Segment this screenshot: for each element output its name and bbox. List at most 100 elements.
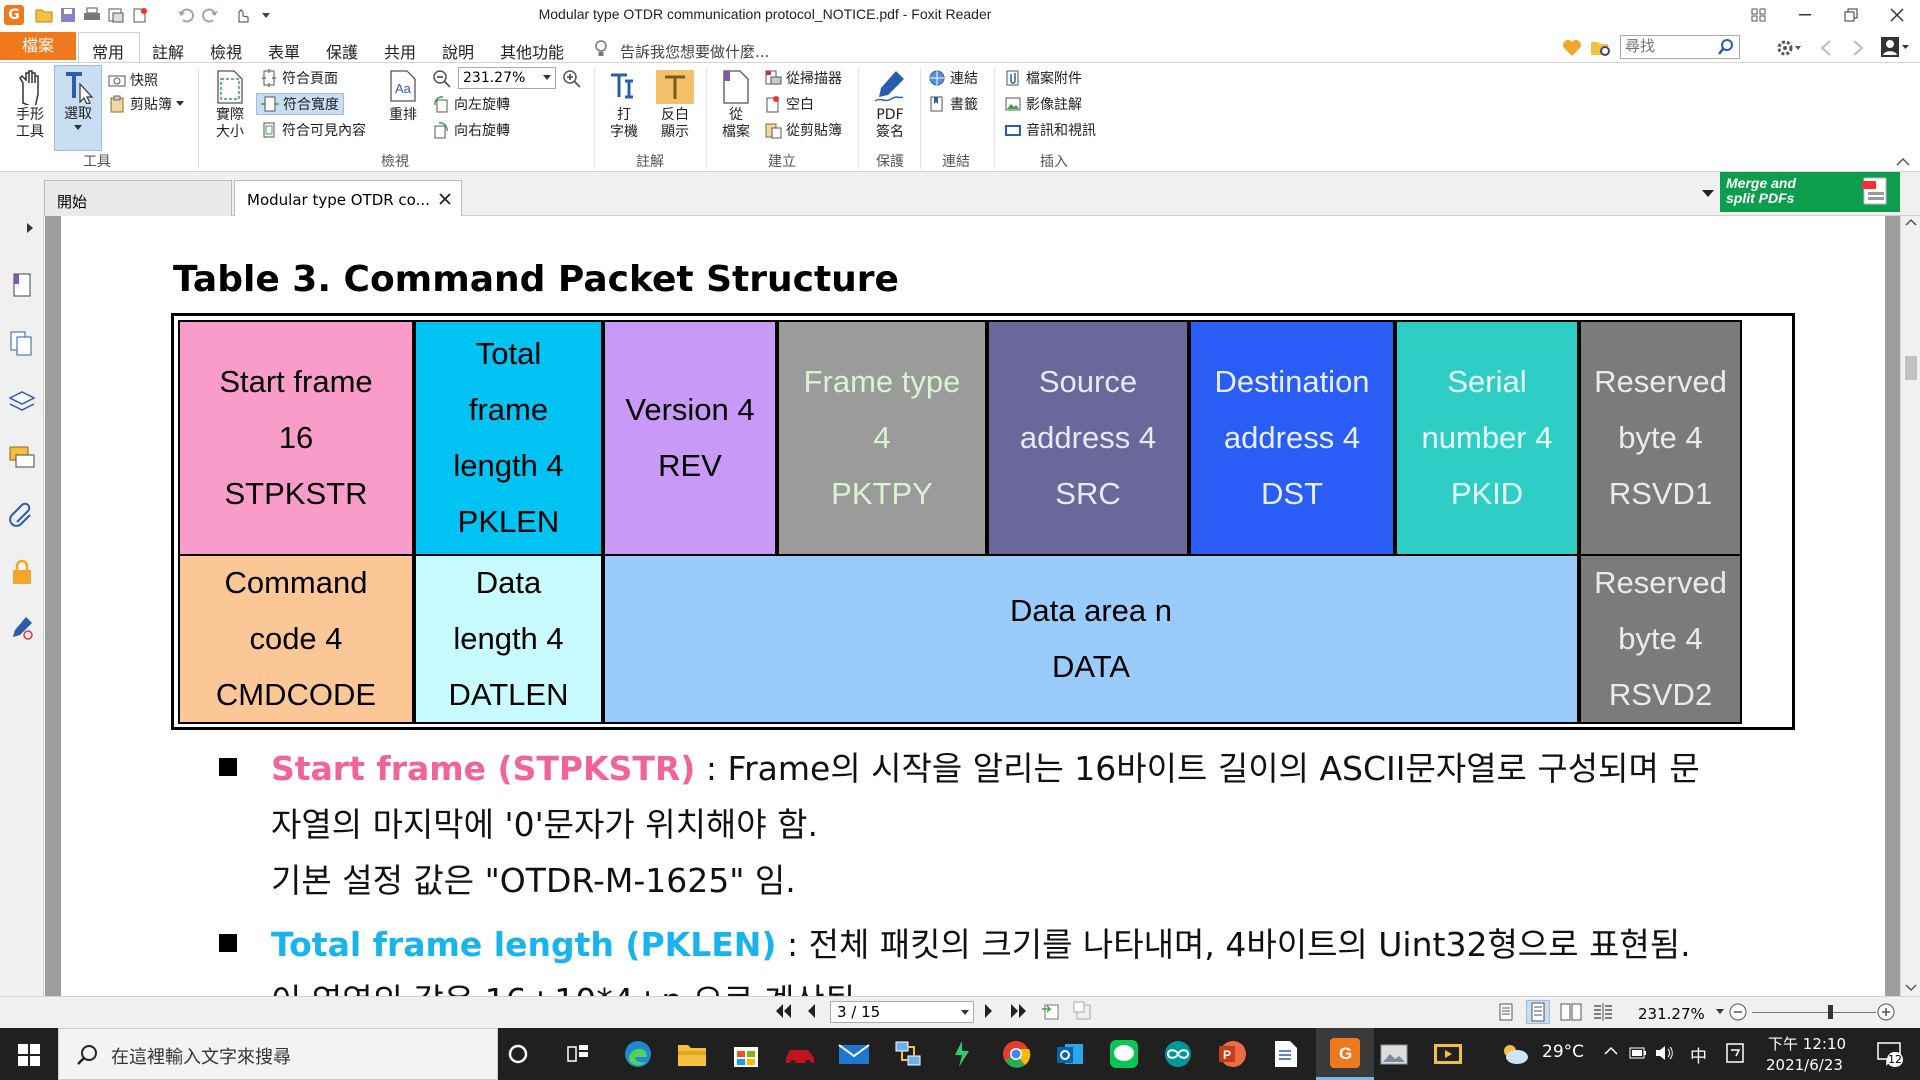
windows-start-icon[interactable] — [18, 1044, 40, 1066]
clock-time[interactable]: 下午 12:10 — [1768, 1033, 1846, 1054]
bookmark-button[interactable]: 書籤 — [928, 93, 978, 115]
last-page-icon[interactable] — [1010, 1003, 1028, 1019]
tab-home[interactable]: 常用 — [92, 39, 124, 63]
blank-button[interactable]: 空白 — [764, 93, 814, 115]
heart-icon[interactable] — [1562, 38, 1582, 58]
back-arrow-icon[interactable] — [1818, 38, 1834, 58]
foxit-taskbar-button[interactable]: G — [1316, 1028, 1374, 1080]
notification-center-icon[interactable]: 12 — [1876, 1041, 1904, 1067]
vertical-scrollbar[interactable] — [1900, 216, 1920, 996]
continuous-view-icon[interactable] — [1526, 1000, 1550, 1024]
layers-icon[interactable] — [8, 388, 36, 416]
tab-share[interactable]: 共用 — [384, 39, 416, 63]
tray-expand-icon[interactable] — [1604, 1046, 1618, 1056]
scroll-down-icon[interactable] — [1905, 984, 1917, 992]
tab-current-document[interactable]: Modular type OTDR co... — [234, 180, 462, 216]
zoom-in-icon[interactable] — [562, 69, 582, 89]
signature-panel-icon[interactable] — [8, 614, 36, 642]
arduino-icon[interactable] — [1160, 1036, 1196, 1072]
pages-icon[interactable] — [8, 330, 36, 358]
snapshot-button[interactable]: 快照 — [108, 69, 158, 91]
highlight-button[interactable]: 反白 顯示 — [650, 69, 700, 141]
tell-me-input[interactable]: 告訴我您想要做什麼... — [620, 41, 769, 62]
file-attachment-button[interactable]: 檔案附件 — [1004, 67, 1082, 89]
minimize-button[interactable] — [1782, 0, 1828, 30]
zoom-slider-track[interactable] — [1752, 1012, 1876, 1013]
car-app-icon[interactable] — [782, 1036, 818, 1072]
tab-view[interactable]: 檢視 — [210, 39, 242, 63]
collapse-ribbon-icon[interactable] — [1896, 157, 1910, 167]
from-scanner-button[interactable]: 從掃描器 — [764, 67, 842, 89]
battery-icon[interactable] — [1628, 1044, 1648, 1062]
reflow-button[interactable]: Aa 重排 — [378, 69, 428, 124]
zoom-out-icon[interactable] — [432, 69, 452, 89]
security-lock-icon[interactable] — [8, 558, 36, 586]
previous-view-icon[interactable] — [1040, 1001, 1062, 1021]
settings-gear-icon[interactable] — [1776, 38, 1802, 58]
chrome-icon[interactable] — [998, 1036, 1034, 1072]
next-page-icon[interactable] — [984, 1003, 994, 1019]
microsoft-store-icon[interactable] — [728, 1036, 764, 1072]
tab-protect[interactable]: 保護 — [326, 39, 358, 63]
cortana-icon[interactable] — [500, 1036, 536, 1072]
find-folder-icon[interactable] — [1590, 38, 1612, 58]
from-clipboard-button[interactable]: 從剪貼簿 — [764, 119, 842, 141]
facing-view-icon[interactable] — [1560, 1003, 1582, 1021]
attachments-icon[interactable] — [8, 502, 36, 530]
scroll-up-icon[interactable] — [1905, 218, 1917, 226]
search-icon[interactable] — [1717, 38, 1735, 56]
forward-arrow-icon[interactable] — [1850, 38, 1866, 58]
actual-size-button[interactable]: 實際 大小 — [206, 69, 254, 141]
single-page-view-icon[interactable] — [1498, 1003, 1514, 1021]
tab-comment[interactable]: 註解 — [152, 39, 184, 63]
rotate-right-button[interactable]: 向右旋轉 — [432, 119, 510, 141]
task-view-icon[interactable] — [560, 1036, 596, 1072]
status-zoom-in-icon[interactable] — [1876, 1002, 1896, 1022]
comments-icon[interactable] — [8, 444, 36, 472]
status-zoom-dropdown-icon[interactable] — [1716, 1009, 1724, 1015]
edge-browser-icon[interactable] — [620, 1036, 656, 1072]
powerpoint-icon[interactable]: P — [1214, 1036, 1250, 1072]
pdf-sign-button[interactable]: PDF 簽名 — [864, 69, 916, 141]
typewriter-button[interactable]: 打 字機 — [600, 69, 648, 141]
clipboard-button[interactable]: 剪貼簿 — [108, 93, 184, 115]
rotate-left-button[interactable]: 向左旋轉 — [432, 93, 510, 115]
tab-help[interactable]: 說明 — [442, 39, 474, 63]
volume-icon[interactable] — [1654, 1044, 1674, 1062]
clock-date[interactable]: 2021/6/23 — [1766, 1056, 1843, 1074]
tab-list-dropdown-icon[interactable] — [1702, 190, 1714, 198]
user-account-icon[interactable] — [1880, 36, 1910, 58]
continuous-facing-icon[interactable] — [1592, 1003, 1614, 1021]
previous-page-icon[interactable] — [806, 1003, 816, 1019]
create-from-file-button[interactable]: 從 檔案 — [712, 69, 760, 141]
search-input[interactable] — [1625, 36, 1717, 56]
fit-width-button[interactable]: 符合寬度 — [256, 93, 344, 115]
page-number-input[interactable]: 3 / 15 — [830, 1001, 974, 1023]
zoom-select[interactable]: 231.27% — [458, 67, 556, 89]
link-button[interactable]: 連結 — [928, 67, 978, 89]
document-app-icon[interactable] — [1268, 1036, 1304, 1072]
mail-icon[interactable] — [836, 1036, 872, 1072]
clipboard-dropdown-icon[interactable] — [176, 101, 184, 107]
tab-more-features[interactable]: 其他功能 — [500, 39, 564, 63]
taskbar-search-box[interactable]: 在這裡輸入文字來搜尋 — [58, 1028, 498, 1080]
next-view-icon[interactable] — [1072, 1001, 1094, 1021]
zoom-slider-thumb[interactable] — [1828, 1005, 1833, 1019]
tab-start[interactable]: 開始 — [44, 180, 232, 216]
input-method-indicator[interactable]: 中 — [1690, 1042, 1707, 1067]
scroll-thumb[interactable] — [1905, 356, 1917, 380]
hand-tool-button[interactable]: 手形 工具 — [8, 69, 52, 141]
select-dropdown-icon[interactable] — [55, 123, 101, 131]
weather-cloud-icon[interactable] — [1500, 1042, 1530, 1066]
temperature[interactable]: 29°C — [1542, 1042, 1584, 1062]
video-app-icon[interactable] — [1430, 1036, 1466, 1072]
file-explorer-icon[interactable] — [674, 1036, 710, 1072]
close-tab-icon[interactable] — [439, 193, 451, 205]
expand-panel-icon[interactable] — [26, 222, 34, 234]
first-page-icon[interactable] — [774, 1003, 792, 1019]
ime-mode-icon[interactable] — [1726, 1043, 1744, 1063]
line-app-icon[interactable] — [1106, 1036, 1142, 1072]
merge-split-promo[interactable]: Merge and split PDFs — [1720, 172, 1900, 212]
network-app-icon[interactable] — [890, 1036, 926, 1072]
tab-form[interactable]: 表單 — [268, 39, 300, 63]
